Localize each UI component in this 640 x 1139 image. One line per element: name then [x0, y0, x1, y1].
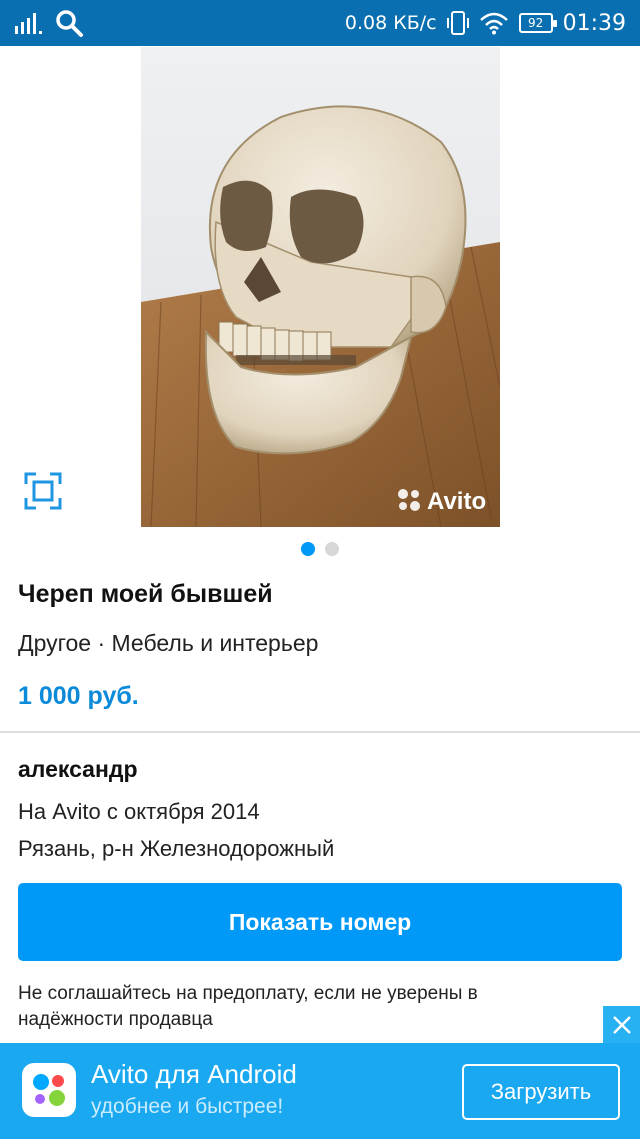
signal-icon — [15, 13, 42, 34]
seller-since: На Avito с октября 2014 — [18, 799, 260, 824]
close-icon — [612, 1015, 631, 1034]
status-bar: 0.08 КБ/с 92 01:39 — [0, 0, 640, 46]
clock: 01:39 — [562, 10, 626, 36]
photo-pager — [0, 542, 640, 556]
show-number-button[interactable]: Показать номер — [18, 883, 622, 961]
status-left — [14, 8, 84, 38]
pager-dot-active[interactable] — [301, 542, 315, 556]
pager-dot[interactable] — [325, 542, 339, 556]
banner-title: Avito для Android — [91, 1059, 297, 1089]
search-icon[interactable] — [54, 8, 84, 38]
app-banner: Avito для Android удобнее и быстрее! Заг… — [0, 1043, 640, 1139]
listing-price: 1 000 руб. — [18, 682, 139, 710]
divider — [0, 731, 640, 733]
prepayment-warning: Не соглашайтесь на предоплату, если не у… — [18, 983, 478, 1030]
banner-subtitle: удобнее и быстрее! — [91, 1095, 284, 1118]
wifi-icon — [479, 12, 508, 35]
listing-title: Череп моей бывшей — [18, 580, 273, 608]
network-speed: 0.08 КБ/с — [344, 12, 437, 34]
phone-vibrate-icon — [446, 11, 469, 35]
download-button[interactable]: Загрузить — [462, 1064, 620, 1120]
avito-app-icon — [22, 1063, 76, 1117]
skull-photo: Avito — [141, 47, 500, 527]
watermark-text: Avito — [427, 488, 486, 515]
listing-category: Другое · Мебель и интерьер — [18, 630, 319, 656]
banner-close-button[interactable] — [603, 1006, 640, 1043]
fullscreen-icon[interactable] — [22, 470, 64, 512]
battery-level: 92 — [527, 16, 544, 30]
battery-icon: 92 — [518, 13, 557, 33]
listing-photo[interactable]: Avito — [141, 47, 500, 527]
seller-location: Рязань, р-н Железнодорожный — [18, 836, 335, 861]
seller-name[interactable]: александр — [18, 756, 138, 783]
status-right: 0.08 КБ/с 92 01:39 — [345, 0, 626, 46]
